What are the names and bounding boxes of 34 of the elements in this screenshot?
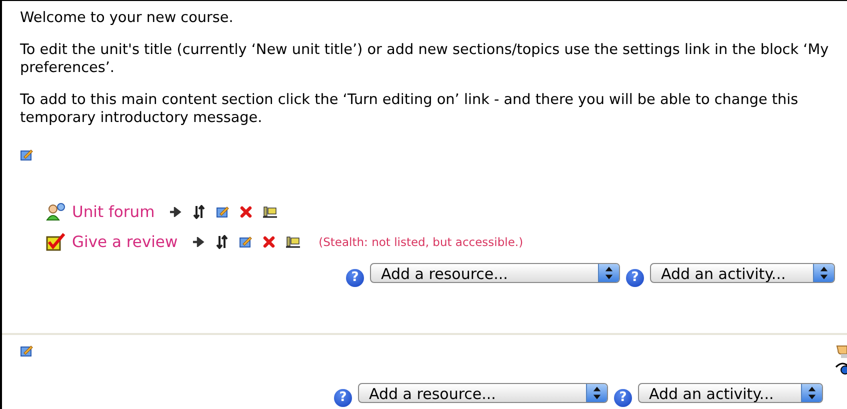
edit-icon[interactable]: [216, 206, 229, 218]
delete-icon[interactable]: [240, 206, 252, 218]
visibility-note: (Stealth: not listed, but accessible.): [318, 235, 524, 249]
resource-dropdown[interactable]: Add a resource...: [370, 263, 620, 283]
activity-link[interactable]: Unit forum: [72, 203, 155, 221]
delete-icon[interactable]: [262, 236, 275, 248]
people-icon: [46, 203, 66, 221]
help-button[interactable]: ?: [626, 269, 644, 287]
up-down-arrows-icon[interactable]: [192, 205, 205, 219]
intro-text: Welcome to your new course.: [20, 9, 234, 27]
activity-link[interactable]: Give a review: [72, 233, 178, 251]
help-button[interactable]: ?: [346, 269, 364, 287]
intro-text: To add to this main content section click the ‘Turn editing on’ link - and there you will be able to change this temporary introductory message.: [20, 91, 800, 127]
stepper-arrows-icon: [586, 384, 607, 402]
lightbulb-icon[interactable]: [835, 345, 847, 359]
activity-dropdown[interactable]: Add an activity...: [650, 263, 835, 283]
stepper-arrows-icon: [801, 384, 822, 402]
arrow-right-icon[interactable]: [168, 207, 182, 217]
checkbox-tick-icon: [46, 233, 66, 251]
up-down-arrows-icon[interactable]: [216, 235, 228, 249]
group-mode-icon[interactable]: [262, 206, 277, 218]
eye-icon[interactable]: [835, 361, 847, 375]
edit-icon[interactable]: [238, 236, 252, 248]
edit-icon[interactable]: [20, 149, 33, 162]
arrow-right-icon[interactable]: [192, 237, 205, 247]
intro-text: To edit the unit's title (currently ‘New unit title’) or add new sections/topics use the settings link in the block ‘My preferences’.: [20, 41, 830, 77]
help-button[interactable]: ?: [614, 389, 632, 407]
resource-dropdown[interactable]: Add a resource...: [358, 383, 608, 403]
help-button[interactable]: ?: [334, 389, 352, 407]
stepper-arrows-icon: [813, 264, 834, 282]
stepper-arrows-icon: [598, 264, 619, 282]
group-mode-icon[interactable]: [286, 236, 300, 248]
edit-icon[interactable]: [20, 345, 33, 358]
activity-dropdown[interactable]: Add an activity...: [638, 383, 823, 403]
